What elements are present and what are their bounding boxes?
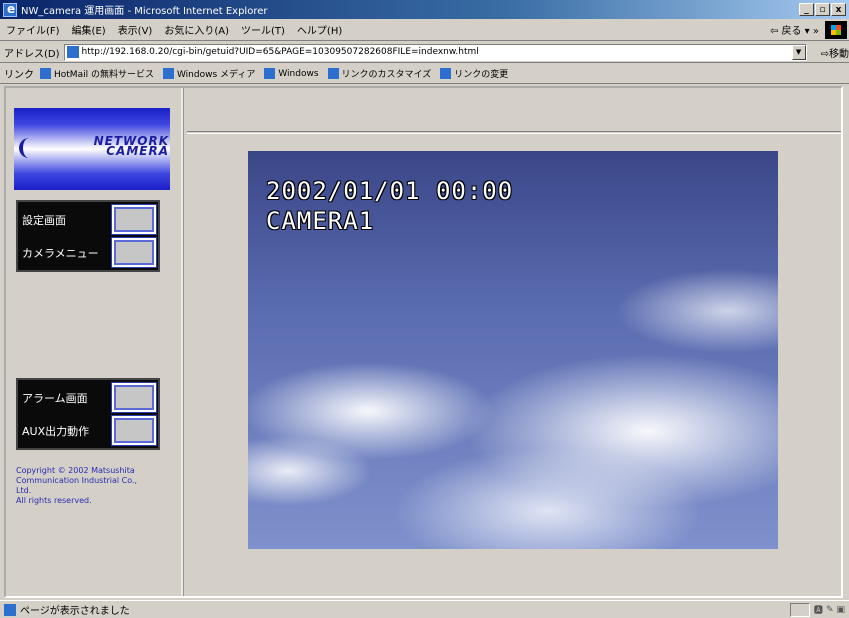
copyright-line3: Ltd.	[16, 486, 32, 495]
address-dropdown-icon[interactable]: ▼	[791, 44, 806, 60]
status-panel	[789, 602, 810, 617]
alarm-button[interactable]: アラーム画面	[20, 382, 157, 413]
copyright-line1: Copyright © 2002 Matsushita	[16, 466, 135, 475]
links-bar: リンク HotMail の無料サービス Windows メディア Windows…	[0, 64, 849, 84]
window-title: NW_camera 運用画面 - Microsoft Internet Expl…	[21, 6, 268, 17]
network-camera-logo: NETWORK CAMERA	[14, 108, 170, 190]
menu-bar: ファイル(F) 編集(E) 表示(V) お気に入り(A) ツール(T) ヘルプ(…	[0, 19, 849, 41]
links-label: リンク	[4, 70, 34, 81]
aux-button[interactable]: AUX出力動作	[20, 415, 157, 446]
ime-icon: 🅰	[813, 606, 823, 616]
settings-square-button[interactable]	[111, 204, 157, 235]
alarm-button-group: アラーム画面 AUX出力動作	[16, 378, 160, 450]
link-icon	[162, 68, 174, 79]
menu-file[interactable]: ファイル(F)	[6, 22, 60, 37]
alarm-square-button[interactable]	[111, 382, 157, 413]
menu-favorites[interactable]: お気に入り(A)	[164, 22, 229, 37]
page-status-icon	[4, 603, 16, 616]
camera-timestamp: 2002/01/01 00:00	[266, 177, 514, 205]
title-bar: NW_camera 運用画面 - Microsoft Internet Expl…	[0, 0, 849, 19]
copyright-line4: All rights reserved.	[16, 496, 92, 505]
tray-icon: ▣	[836, 604, 845, 615]
minimize-button[interactable]: _	[799, 3, 814, 16]
right-frame: 2002/01/01 00:00 CAMERA1	[187, 88, 841, 596]
system-tray: 🅰 ✎ ▣	[813, 603, 845, 617]
status-bar: ページが表示されました 🅰 ✎ ▣	[0, 600, 849, 618]
menu-edit[interactable]: 編集(E)	[72, 22, 106, 37]
settings-button[interactable]: 設定画面	[20, 204, 157, 235]
settings-label: 設定画面	[22, 213, 66, 227]
camera-image: 2002/01/01 00:00 CAMERA1	[248, 151, 778, 549]
camera-menu-label: カメラメニュー	[22, 246, 99, 260]
logo-line2: CAMERA	[106, 144, 169, 158]
left-frame: NETWORK CAMERA 設定画面 カメラメニュー アラーム画面 AUX出力…	[6, 88, 184, 596]
camera-menu-square-button[interactable]	[111, 237, 157, 268]
link-customize[interactable]: リンクのカスタマイズ	[327, 67, 432, 80]
ie-icon	[3, 2, 17, 17]
camera-name: CAMERA1	[266, 207, 375, 235]
link-windows[interactable]: Windows	[264, 68, 319, 79]
close-button[interactable]: x	[831, 3, 846, 16]
link-icon	[327, 68, 339, 79]
tray-icon: ✎	[825, 604, 834, 615]
address-url: http://192.168.0.20/cgi-bin/getuid?UID=6…	[81, 47, 479, 57]
menu-view[interactable]: 表示(V)	[118, 22, 153, 37]
address-label: アドレス(D)	[4, 48, 60, 60]
browser-content: NETWORK CAMERA 設定画面 カメラメニュー アラーム画面 AUX出力…	[4, 86, 843, 598]
link-icon	[440, 68, 452, 79]
link-label: リンクのカスタマイズ	[341, 70, 432, 80]
link-label: Windows	[278, 68, 319, 79]
camera-menu-button[interactable]: カメラメニュー	[20, 237, 157, 268]
menu-tools[interactable]: ツール(T)	[241, 22, 285, 37]
back-button[interactable]: ⇦ 戻る ▾ »	[770, 22, 819, 37]
main-button-group: 設定画面 カメラメニュー	[16, 200, 160, 272]
logo-text: NETWORK CAMERA	[44, 135, 169, 158]
copyright: Copyright © 2002 Matsushita Communicatio…	[16, 466, 176, 506]
menu-help[interactable]: ヘルプ(H)	[297, 22, 342, 37]
aux-square-button[interactable]	[111, 415, 157, 446]
link-icon	[40, 68, 51, 79]
maximize-button[interactable]: ▫	[815, 3, 830, 16]
go-button[interactable]: ⇨移動	[821, 45, 849, 60]
link-icon	[264, 68, 276, 79]
copyright-line2: Communication Industrial Co.,	[16, 476, 138, 485]
link-label: リンクの変更	[454, 70, 509, 80]
link-hotmail[interactable]: HotMail の無料サービス	[40, 67, 154, 80]
link-windows-media[interactable]: Windows メディア	[162, 67, 256, 80]
page-icon	[66, 46, 79, 58]
status-text: ページが表示されました	[20, 606, 130, 617]
divider	[187, 131, 841, 134]
windows-logo-icon	[825, 20, 847, 39]
alarm-label: アラーム画面	[22, 391, 88, 405]
address-bar: アドレス(D) http://192.168.0.20/cgi-bin/getu…	[0, 42, 849, 63]
link-change[interactable]: リンクの変更	[440, 67, 508, 80]
aux-label: AUX出力動作	[22, 424, 90, 438]
link-label: Windows メディア	[176, 70, 256, 80]
window-controls: _ ▫ x	[799, 3, 846, 16]
address-input[interactable]: http://192.168.0.20/cgi-bin/getuid?UID=6…	[63, 43, 807, 61]
link-label: HotMail の無料サービス	[54, 70, 154, 80]
